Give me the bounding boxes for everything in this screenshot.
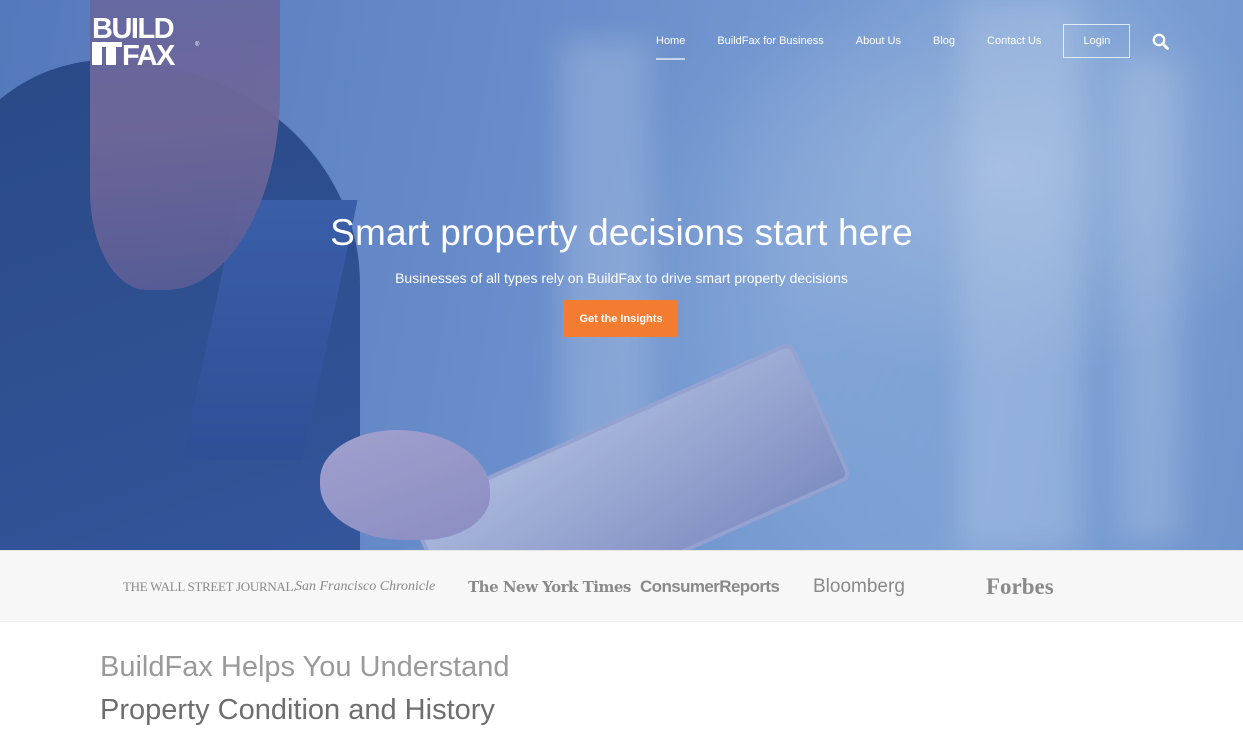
svg-text:FAX: FAX (122, 40, 176, 68)
nyt-logo: The New York Times (468, 578, 631, 596)
main-nav: Home BuildFax for Business About Us Blog… (640, 24, 1170, 60)
nav-about-us[interactable]: About Us (856, 26, 901, 56)
intro-heading: BuildFax Helps You Understand Property C… (100, 646, 509, 732)
consumer-reports-logo: ConsumerReports (640, 577, 780, 596)
nav-home[interactable]: Home (656, 26, 686, 60)
bloomberg-logo: Bloomberg (813, 576, 905, 597)
buildfax-logo-mark: BUILD FAX ® (92, 13, 200, 68)
press-logos-bar: THE WALL STREET JOURNAL. San Francisco C… (0, 550, 1243, 622)
svg-text:®: ® (195, 41, 200, 48)
wsj-logo: THE WALL STREET JOURNAL. (123, 579, 297, 594)
intro-heading-line1: BuildFax Helps You Understand (100, 651, 510, 683)
hero-section: Smart property decisions start here Busi… (0, 0, 1243, 550)
nav-buildfax-for-business[interactable]: BuildFax for Business (717, 26, 823, 56)
buildfax-logo[interactable]: BUILD FAX ® (92, 12, 202, 68)
intro-heading-line2: Property Condition and History (100, 694, 495, 726)
nav-contact-us[interactable]: Contact Us (987, 26, 1041, 56)
nav-blog[interactable]: Blog (933, 26, 955, 56)
login-button[interactable]: Login (1063, 24, 1131, 58)
sf-chronicle-logo: San Francisco Chronicle (295, 579, 436, 594)
hero-title: Smart property decisions start here (330, 212, 913, 253)
get-insights-button[interactable]: Get the Insights (564, 300, 678, 337)
hero-subtitle: Businesses of all types rely on BuildFax… (395, 270, 848, 286)
forbes-logo: Forbes (986, 574, 1054, 599)
search-icon[interactable] (1150, 31, 1170, 51)
